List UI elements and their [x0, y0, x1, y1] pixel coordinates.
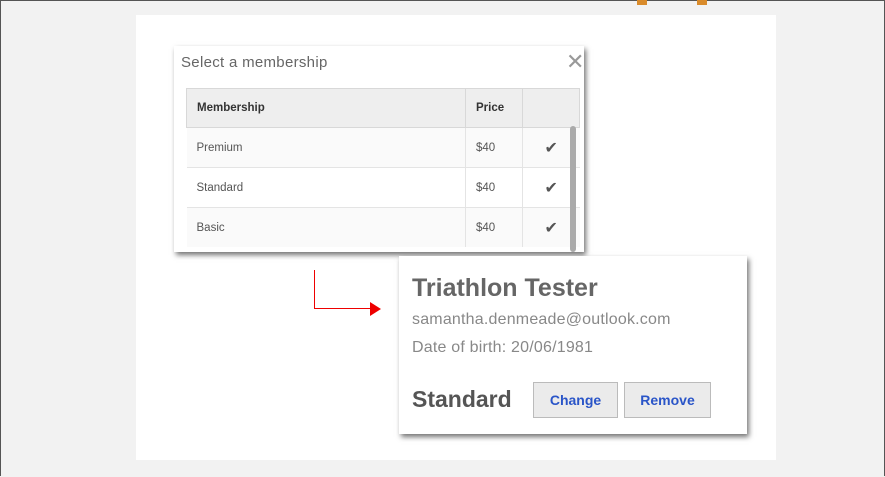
dialog-title: Select a membership: [181, 54, 328, 71]
membership-dialog: Select a membership ✕ Membership Price P…: [174, 46, 584, 252]
change-button[interactable]: Change: [533, 382, 618, 418]
column-header-price: Price: [465, 88, 523, 128]
membership-price: $40: [465, 207, 523, 247]
member-dob: Date of birth: 20/06/1981: [412, 339, 594, 356]
membership-price: $40: [465, 167, 523, 208]
membership-name: Standard: [186, 167, 466, 208]
remove-button[interactable]: Remove: [624, 382, 711, 418]
table-row[interactable]: Basic $40 ✔: [186, 207, 580, 247]
toolbar-icon: [637, 0, 647, 5]
top-toolbar-fragment: [637, 0, 885, 7]
table-header-row: Membership Price: [186, 88, 580, 128]
arrow-line-vertical: [314, 270, 315, 308]
current-membership: Standard: [412, 386, 512, 412]
arrow-line-horizontal: [314, 308, 372, 309]
table-row[interactable]: Standard $40 ✔: [186, 167, 580, 208]
membership-table: Membership Price Premium $40 ✔ Standard …: [186, 88, 580, 247]
close-icon[interactable]: ✕: [566, 52, 584, 74]
column-header-select: [522, 88, 580, 128]
membership-name: Basic: [186, 207, 466, 247]
table-scrollbar[interactable]: [570, 126, 576, 252]
member-email: samantha.denmeade@outlook.com: [412, 311, 671, 328]
column-header-membership: Membership: [186, 88, 466, 128]
member-name: Triathlon Tester: [412, 274, 598, 302]
arrow-head-icon: [370, 302, 381, 316]
table-row[interactable]: Premium $40 ✔: [186, 127, 580, 168]
membership-price: $40: [465, 127, 523, 168]
membership-name: Premium: [186, 127, 466, 168]
browser-frame: Select a membership ✕ Membership Price P…: [0, 0, 885, 476]
toolbar-icon: [697, 0, 707, 5]
member-card: Triathlon Tester samantha.denmeade@outlo…: [399, 256, 747, 434]
